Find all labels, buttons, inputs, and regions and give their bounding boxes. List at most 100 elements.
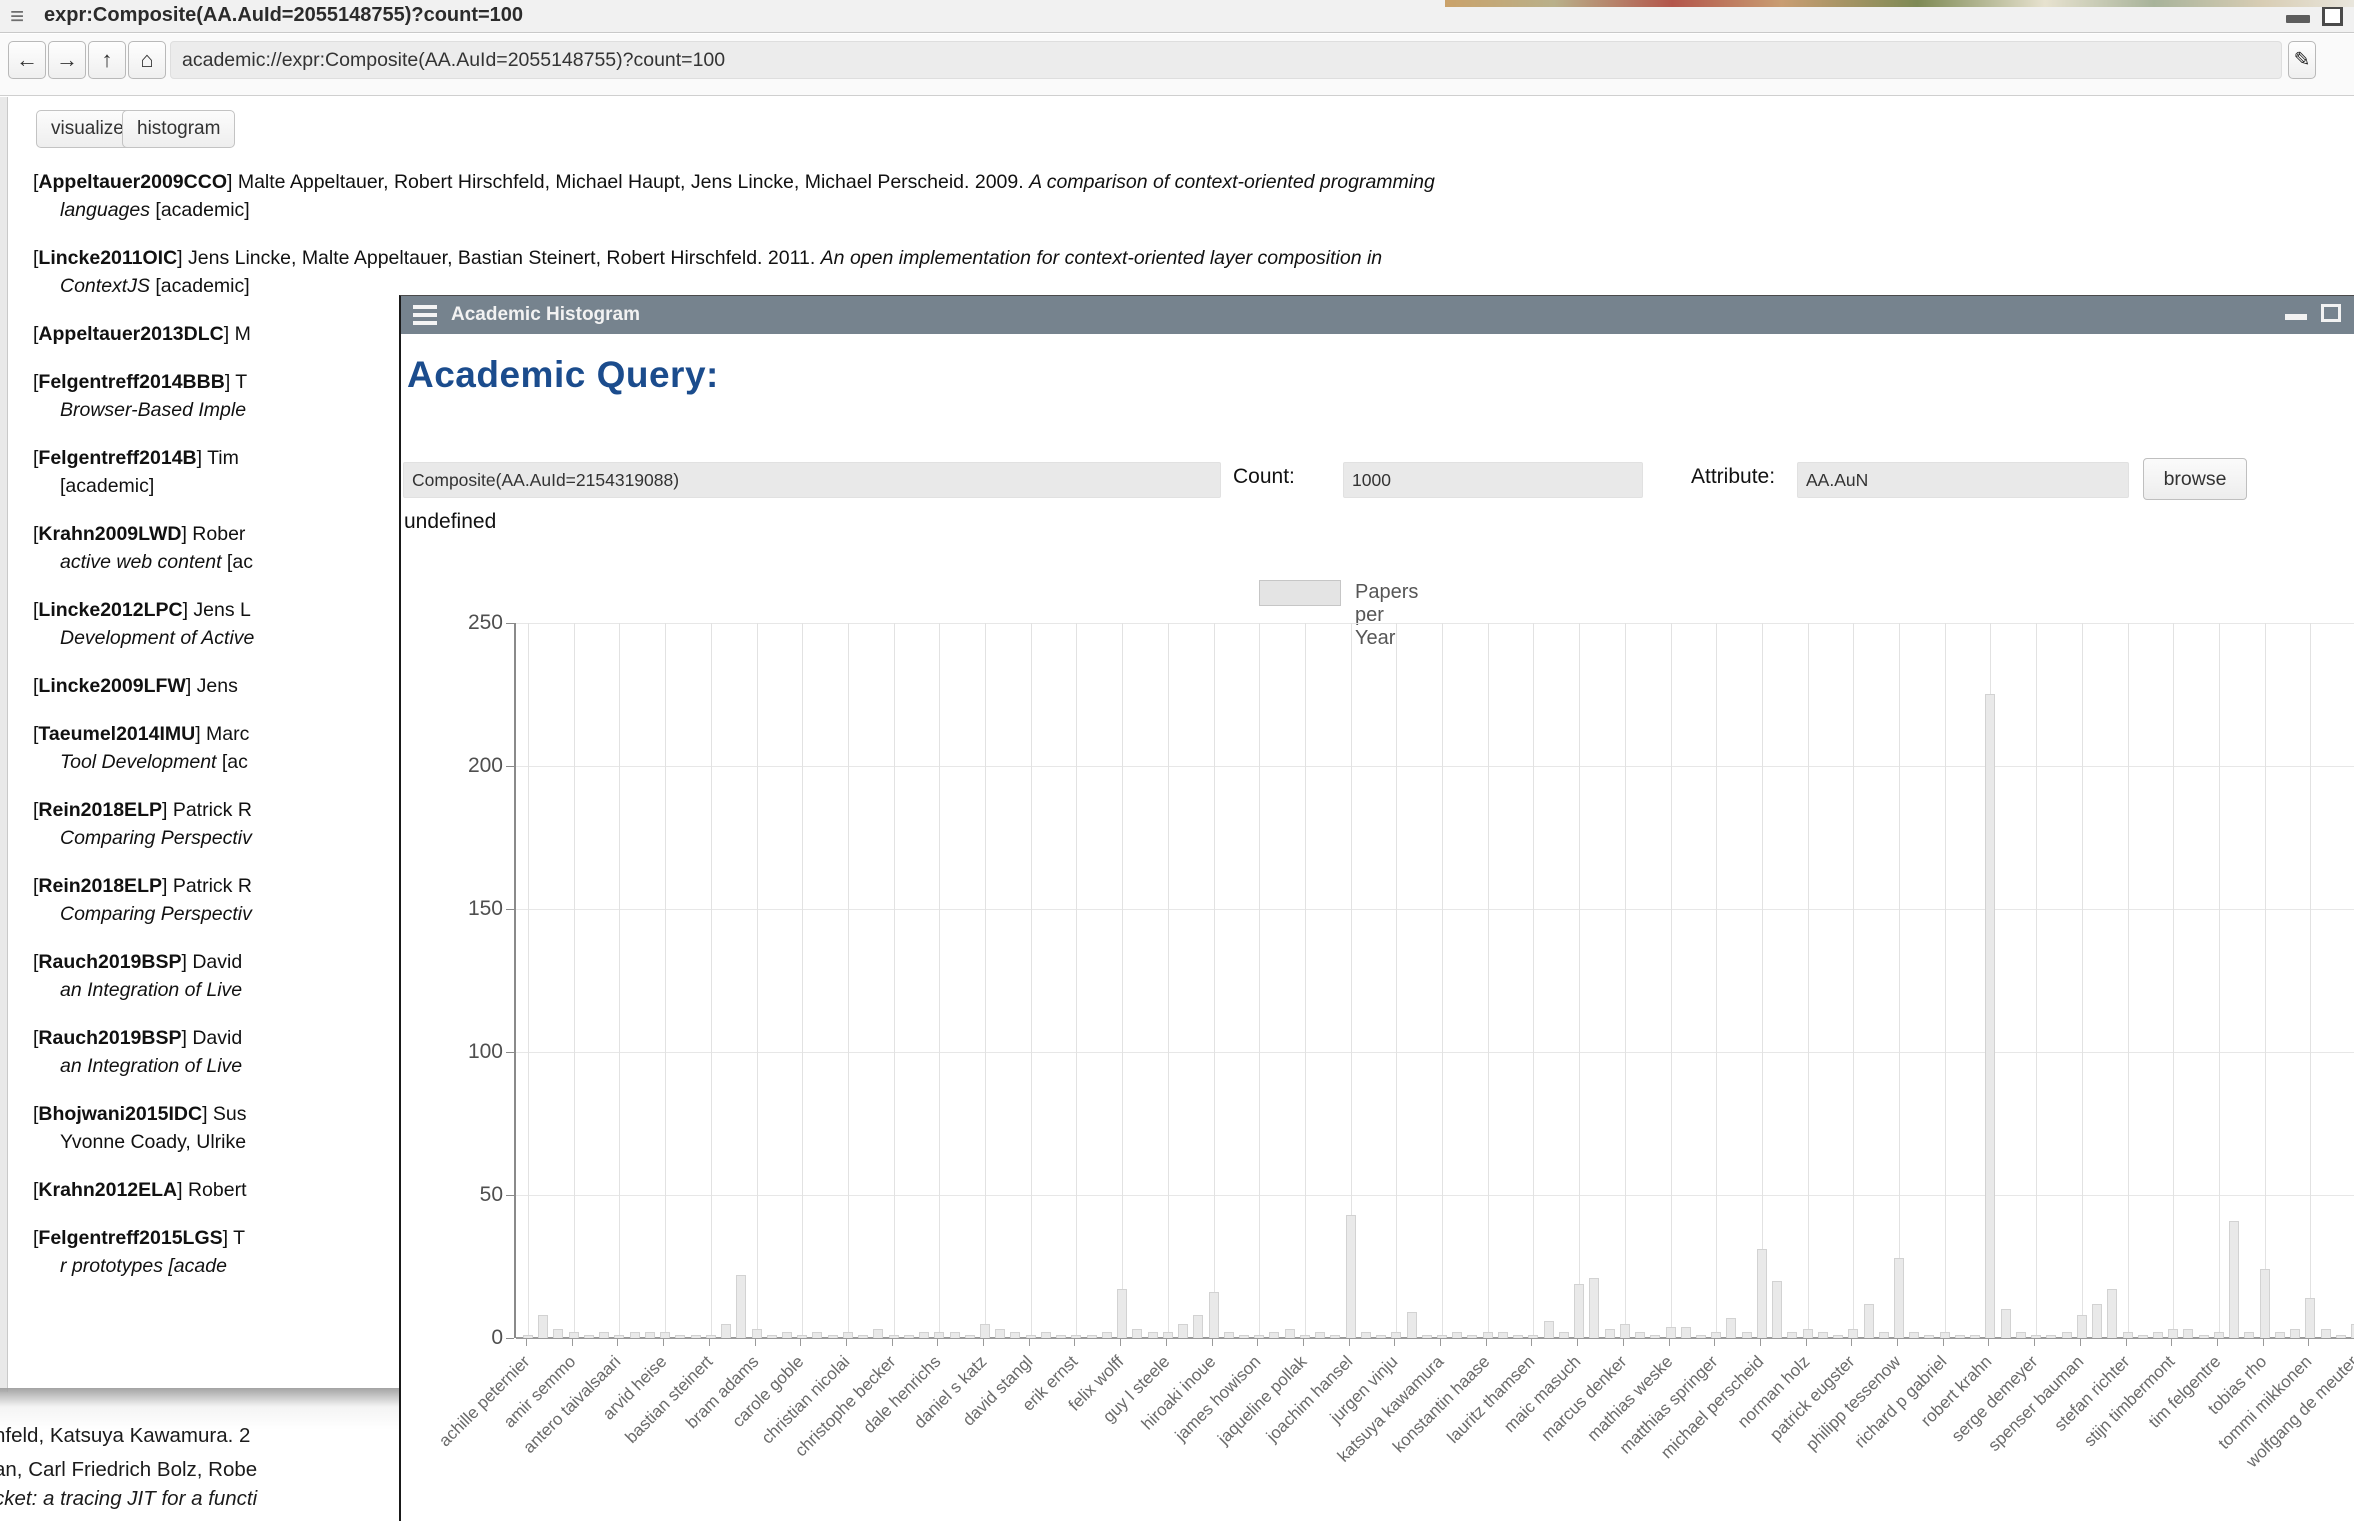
histogram-bar[interactable] [1757, 1249, 1767, 1338]
histogram-bar[interactable] [828, 1335, 838, 1338]
forward-button[interactable]: → [48, 41, 86, 79]
histogram-bar[interactable] [782, 1332, 792, 1338]
histogram-bar[interactable] [1726, 1318, 1736, 1338]
histogram-bar[interactable] [1635, 1332, 1645, 1338]
histogram-bar[interactable] [660, 1332, 670, 1338]
histogram-bar[interactable] [1117, 1289, 1127, 1338]
histogram-bar[interactable] [1924, 1335, 1934, 1338]
histogram-bar[interactable] [858, 1335, 868, 1338]
histogram-bar[interactable] [1574, 1284, 1584, 1338]
back-button[interactable]: ← [8, 41, 46, 79]
histogram-bar[interactable] [950, 1332, 960, 1338]
histogram-bar[interactable] [1285, 1329, 1295, 1338]
edit-url-button[interactable]: ✎ [2288, 41, 2316, 79]
histogram-bar[interactable] [1772, 1281, 1782, 1338]
histogram-bar[interactable] [1864, 1304, 1874, 1338]
histogram-bar[interactable] [1148, 1332, 1158, 1338]
histogram-bar[interactable] [2153, 1332, 2163, 1338]
histogram-bar[interactable] [1711, 1332, 1721, 1338]
histogram-bar[interactable] [797, 1335, 807, 1338]
attribute-input[interactable]: AA.AuN [1797, 462, 2129, 498]
histogram-bar[interactable] [614, 1335, 624, 1338]
histogram-bar[interactable] [2229, 1221, 2239, 1338]
histogram-bar[interactable] [1300, 1335, 1310, 1338]
histogram-bar[interactable] [2305, 1298, 2315, 1338]
maximize-icon[interactable] [2321, 304, 2341, 322]
histogram-bar[interactable] [1909, 1332, 1919, 1338]
histogram-bar[interactable] [752, 1329, 762, 1338]
histogram-bar[interactable] [2062, 1332, 2072, 1338]
histogram-bar[interactable] [1437, 1335, 1447, 1338]
histogram-bar[interactable] [889, 1335, 899, 1338]
histogram-bar[interactable] [1787, 1332, 1797, 1338]
histogram-bar[interactable] [1970, 1335, 1980, 1338]
query-input[interactable]: Composite(AA.AuId=2154319088) [403, 462, 1221, 498]
histogram-bar[interactable] [1879, 1332, 1889, 1338]
histogram-bar[interactable] [965, 1335, 975, 1338]
histogram-bar[interactable] [2183, 1329, 2193, 1338]
histogram-bar[interactable] [2260, 1269, 2270, 1338]
histogram-bar[interactable] [1178, 1324, 1188, 1338]
histogram-bar[interactable] [1818, 1332, 1828, 1338]
histogram-bar[interactable] [1955, 1335, 1965, 1338]
histogram-bar[interactable] [721, 1324, 731, 1338]
histogram-bar[interactable] [1544, 1321, 1554, 1338]
histogram-bar[interactable] [630, 1332, 640, 1338]
home-button[interactable]: ⌂ [128, 41, 166, 79]
minimize-icon[interactable] [2285, 314, 2307, 320]
histogram-bar[interactable] [1132, 1329, 1142, 1338]
histogram-bar[interactable] [1224, 1332, 1234, 1338]
histogram-bar[interactable] [1254, 1335, 1264, 1338]
histogram-bar[interactable] [1391, 1332, 1401, 1338]
histogram-bar[interactable] [2321, 1329, 2331, 1338]
histogram-bar[interactable] [1330, 1335, 1340, 1338]
histogram-bar[interactable] [538, 1315, 548, 1338]
histogram-bar[interactable] [2123, 1332, 2133, 1338]
histogram-bar[interactable] [1376, 1335, 1386, 1338]
histogram-bar[interactable] [1209, 1292, 1219, 1338]
histogram-bar[interactable] [523, 1335, 533, 1338]
histogram-bar[interactable] [1742, 1332, 1752, 1338]
histogram-bar[interactable] [1056, 1335, 1066, 1338]
histogram-bar[interactable] [1513, 1335, 1523, 1338]
histogram-bar[interactable] [569, 1332, 579, 1338]
histogram-bar[interactable] [1026, 1335, 1036, 1338]
histogram-bar[interactable] [904, 1335, 914, 1338]
histogram-bar[interactable] [1163, 1332, 1173, 1338]
histogram-bar[interactable] [2031, 1335, 2041, 1338]
histogram-bar[interactable] [2107, 1289, 2117, 1338]
histogram-bar[interactable] [599, 1332, 609, 1338]
histogram-bar[interactable] [1407, 1312, 1417, 1338]
citation-item[interactable]: [Lincke2011OIC] Jens Lincke, Malte Appel… [33, 244, 2354, 300]
histogram-bar[interactable] [1833, 1335, 1843, 1338]
histogram-bar[interactable] [1666, 1327, 1676, 1338]
histogram-bar[interactable] [1985, 694, 1995, 1338]
histogram-bar[interactable] [675, 1335, 685, 1338]
histogram-bar[interactable] [2336, 1335, 2346, 1338]
menu-icon[interactable]: ≡ [10, 5, 36, 29]
browse-button[interactable]: browse [2143, 458, 2247, 500]
histogram-bar[interactable] [1102, 1332, 1112, 1338]
histogram-bar[interactable] [1452, 1332, 1462, 1338]
histogram-bar[interactable] [2244, 1332, 2254, 1338]
histogram-bar[interactable] [645, 1332, 655, 1338]
histogram-bar[interactable] [1315, 1332, 1325, 1338]
histogram-bar[interactable] [1848, 1329, 1858, 1338]
histogram-bar[interactable] [843, 1332, 853, 1338]
histogram-bar[interactable] [1467, 1335, 1477, 1338]
histogram-bar[interactable] [706, 1335, 716, 1338]
histogram-bar[interactable] [1269, 1332, 1279, 1338]
histogram-bar[interactable] [1346, 1215, 1356, 1338]
histogram-bar[interactable] [584, 1335, 594, 1338]
histogram-bar[interactable] [1239, 1335, 1249, 1338]
histogram-bar[interactable] [1010, 1332, 1020, 1338]
histogram-bar[interactable] [2077, 1315, 2087, 1338]
histogram-bar[interactable] [873, 1329, 883, 1338]
histogram-bar[interactable] [934, 1332, 944, 1338]
histogram-bar[interactable] [2138, 1335, 2148, 1338]
url-input[interactable]: academic://expr:Composite(AA.AuId=205514… [170, 41, 2282, 79]
histogram-bar[interactable] [1605, 1329, 1615, 1338]
histogram-bar[interactable] [1041, 1332, 1051, 1338]
histogram-bar[interactable] [1071, 1335, 1081, 1338]
histogram-bar[interactable] [1681, 1327, 1691, 1338]
